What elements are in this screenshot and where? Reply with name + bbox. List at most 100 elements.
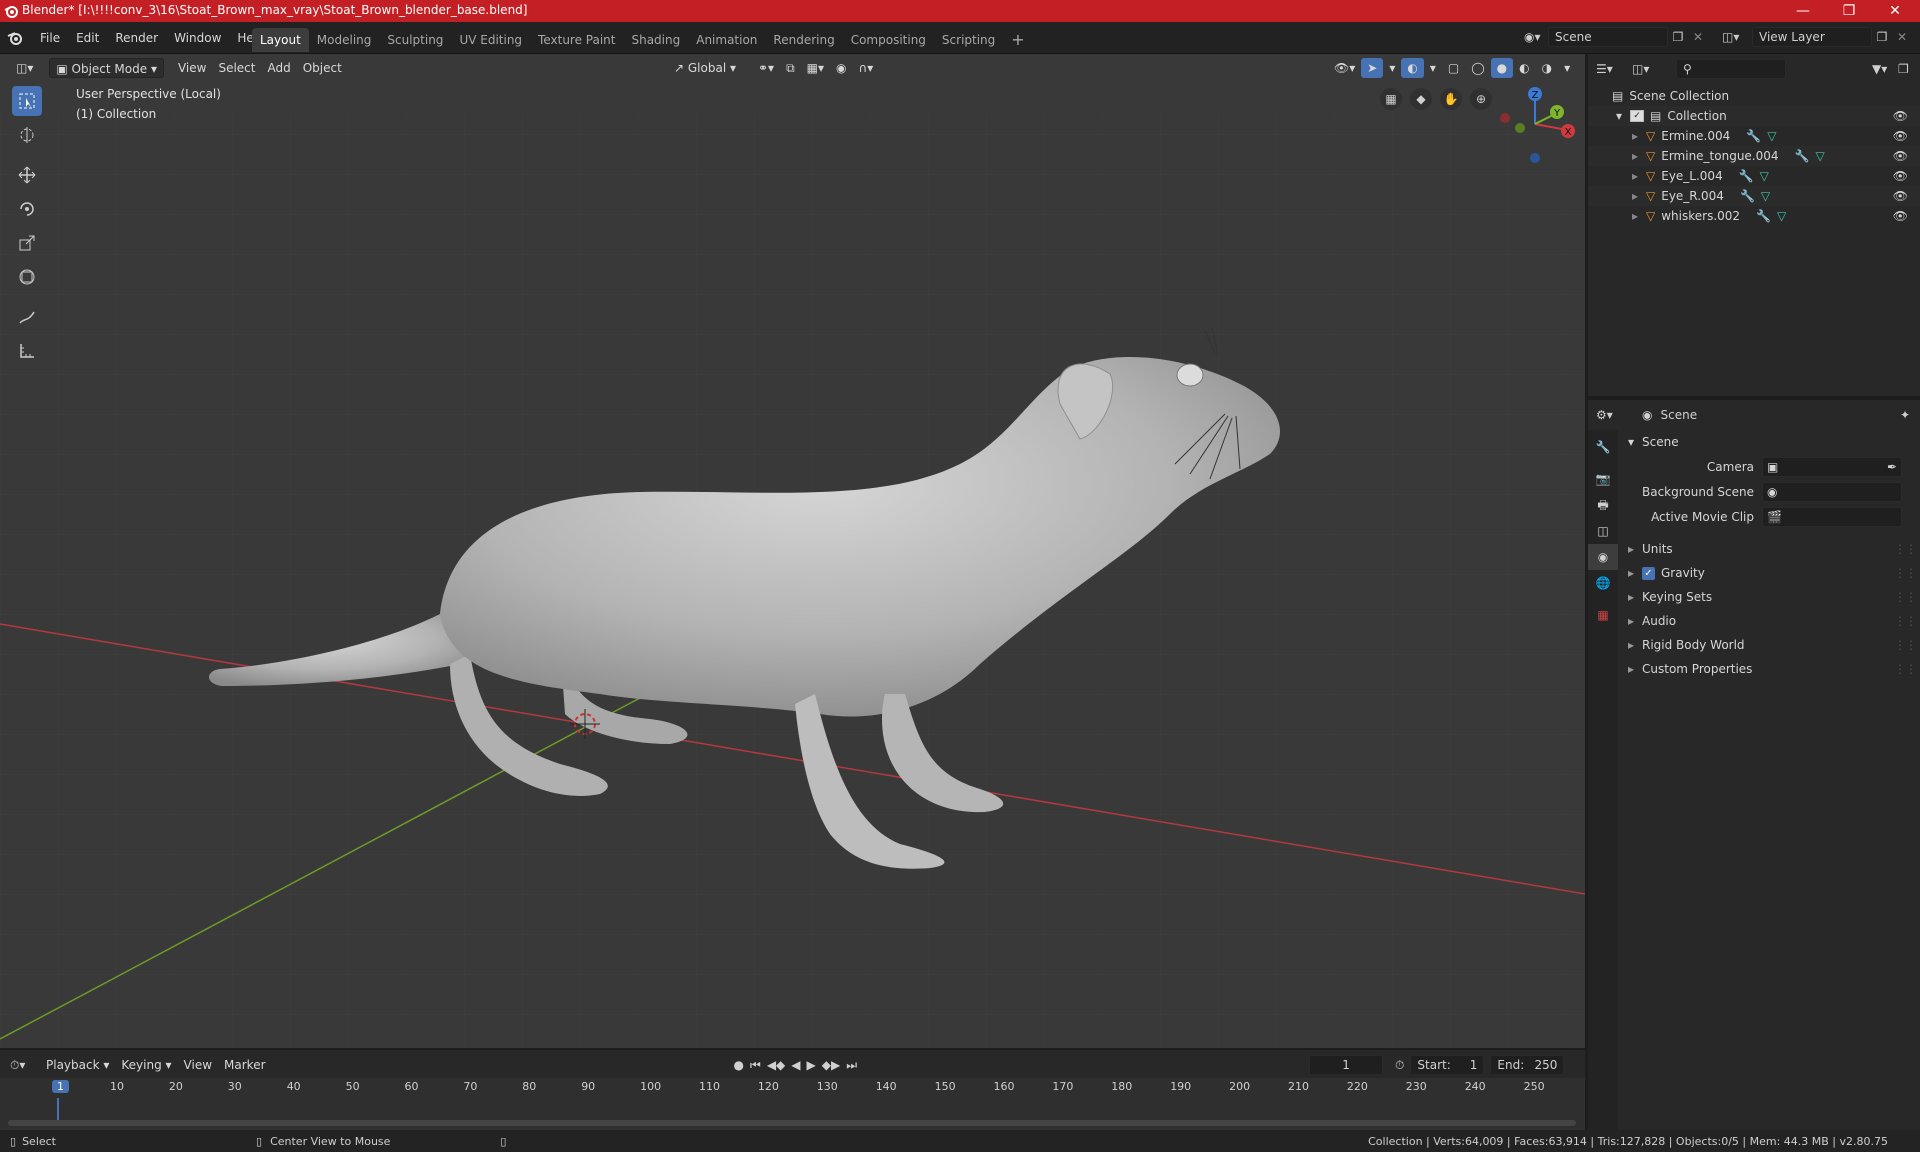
background-scene-field[interactable]: ◉ <box>1762 481 1902 502</box>
mesh-data-icon[interactable]: ▽ <box>1767 126 1776 146</box>
rendered-shading-icon[interactable]: ◑ <box>1536 58 1558 78</box>
expand-arrow-icon[interactable]: ▸ <box>1632 186 1646 206</box>
output-props-tab-icon[interactable]: 🖶 <box>1588 492 1618 518</box>
tab-modeling[interactable]: Modeling <box>309 28 380 52</box>
record-icon[interactable]: ● <box>734 1058 744 1072</box>
modifier-icon[interactable]: 🔧 <box>1740 186 1755 206</box>
tree-row-object[interactable]: ▸ ▽ Eye_L.004 🔧 ▽ 👁 <box>1588 166 1920 186</box>
scene-field[interactable]: Scene <box>1548 27 1668 47</box>
outliner-search-input[interactable]: ⚲ <box>1676 59 1786 79</box>
drag-handle-icon[interactable]: ⋮⋮ <box>1894 561 1917 585</box>
eye-icon[interactable]: 👁 <box>1893 166 1908 186</box>
snap-target-icon[interactable]: ▦▾ <box>801 58 830 78</box>
drag-handle-icon[interactable]: ⋮⋮ <box>1894 633 1917 657</box>
solid-shading-icon[interactable]: ● <box>1490 58 1514 78</box>
tab-layout[interactable]: Layout <box>252 28 309 52</box>
new-view-layer-icon[interactable]: ❐ <box>1872 30 1892 44</box>
tree-row-collection[interactable]: ▾ ✓ ▤ Collection 👁 <box>1588 106 1920 126</box>
end-frame-field[interactable]: End: 250 <box>1490 1055 1565 1075</box>
material-shading-icon[interactable]: ◐ <box>1513 58 1535 78</box>
tab-compositing[interactable]: Compositing <box>843 28 934 52</box>
tab-uv-editing[interactable]: UV Editing <box>451 28 530 52</box>
viewport-menu-view[interactable]: View <box>172 58 212 78</box>
eye-icon[interactable]: 👁 <box>1893 126 1908 146</box>
expand-arrow-icon[interactable]: ▸ <box>1632 146 1646 166</box>
panel-keying-sets[interactable]: ▸ Keying Sets ⋮⋮ <box>1622 585 1917 609</box>
texture-props-tab-icon[interactable]: ▦ <box>1588 602 1618 628</box>
gravity-checkbox[interactable]: ✓ <box>1642 566 1655 580</box>
rotate-tool-icon[interactable] <box>12 194 42 224</box>
neg-x-axis-handle[interactable] <box>1500 113 1510 123</box>
timeline-menu-keying[interactable]: Keying ▾ <box>115 1055 177 1075</box>
camera-field[interactable]: ▣ ✒ <box>1762 456 1902 477</box>
gizmo-dropdown-icon[interactable]: ▾ <box>1383 58 1401 78</box>
menu-render[interactable]: Render <box>107 27 166 49</box>
panel-gravity[interactable]: ▸ ✓ Gravity ⋮⋮ <box>1622 561 1917 585</box>
xray-icon[interactable]: ▢ <box>1442 58 1465 78</box>
overlay-toggle-icon[interactable]: ◐ <box>1401 58 1424 78</box>
play-icon[interactable]: ▶ <box>807 1058 816 1072</box>
viewport-menu-add[interactable]: Add <box>261 58 296 78</box>
overlay-dropdown-icon[interactable]: ▾ <box>1424 58 1442 78</box>
tool-props-tab-icon[interactable]: 🔧 <box>1588 434 1618 460</box>
panel-rigid-body-world[interactable]: ▸ Rigid Body World ⋮⋮ <box>1622 633 1917 657</box>
filter-icon[interactable]: ▼▾ <box>1872 62 1898 76</box>
timeline-scrollbar[interactable] <box>8 1120 1576 1126</box>
annotate-tool-icon[interactable] <box>12 302 42 332</box>
snap-icon[interactable]: ⧉ <box>780 58 801 78</box>
new-scene-icon[interactable]: ❐ <box>1668 30 1688 44</box>
jump-end-icon[interactable]: ⏭ <box>846 1058 857 1073</box>
view-layer-props-tab-icon[interactable]: ◫ <box>1588 518 1618 544</box>
modifier-icon[interactable]: 🔧 <box>1739 166 1754 186</box>
editor-type-icon[interactable]: ◫▾ <box>10 58 39 78</box>
minimize-button[interactable]: — <box>1780 0 1826 22</box>
pan-view-icon[interactable]: ✋ <box>1440 88 1462 110</box>
panel-custom-properties[interactable]: ▸ Custom Properties ⋮⋮ <box>1622 657 1917 681</box>
new-collection-icon[interactable]: ❐ <box>1898 62 1916 76</box>
add-workspace-icon[interactable]: + <box>1003 28 1032 52</box>
menu-edit[interactable]: Edit <box>68 27 107 49</box>
eye-icon[interactable]: 👁 <box>1893 146 1908 166</box>
timeline-menu-view[interactable]: View <box>178 1055 218 1075</box>
gizmo-toggle-icon[interactable]: ➤ <box>1361 58 1384 78</box>
expand-arrow-icon[interactable]: ▸ <box>1632 126 1646 146</box>
scene-props-tab-icon[interactable]: ◉ <box>1588 544 1618 570</box>
tree-row-object[interactable]: ▸ ▽ Ermine.004 🔧 ▽ 👁 <box>1588 126 1920 146</box>
tab-animation[interactable]: Animation <box>688 28 765 52</box>
tree-row-scene-collection[interactable]: ▤ Scene Collection <box>1588 86 1920 106</box>
wireframe-shading-icon[interactable]: ◯ <box>1465 58 1490 78</box>
modifier-icon[interactable]: 🔧 <box>1795 146 1810 166</box>
outliner-editor-icon[interactable]: ☰▾ <box>1596 62 1626 76</box>
view-layer-field[interactable]: View Layer <box>1752 27 1872 47</box>
tree-row-object[interactable]: ▸ ▽ whiskers.002 🔧 ▽ 👁 <box>1588 206 1920 226</box>
tab-shading[interactable]: Shading <box>623 28 688 52</box>
mesh-data-icon[interactable]: ▽ <box>1761 186 1770 206</box>
transform-tool-icon[interactable] <box>12 262 42 292</box>
menu-window[interactable]: Window <box>166 27 229 49</box>
3d-viewport[interactable]: ◫▾ ▣ Object Mode ▾ View Select Add Objec… <box>0 54 1585 1048</box>
blender-menu-icon[interactable] <box>6 29 24 47</box>
scene-section-header[interactable]: ▾ Scene <box>1622 430 1916 454</box>
display-mode-icon[interactable]: ◫▾ <box>1632 62 1666 76</box>
properties-editor-icon[interactable]: ⚙▾ <box>1596 408 1626 422</box>
pivot-icon[interactable]: ⚭▾ <box>752 58 780 78</box>
select-box-tool-icon[interactable] <box>12 86 42 116</box>
next-keyframe-icon[interactable]: ◆▶ <box>822 1058 840 1072</box>
shading-options-icon[interactable]: ▾ <box>1558 58 1576 78</box>
proportional-edit-icon[interactable]: ◉ <box>830 58 852 78</box>
visibility-icon[interactable]: 👁▾ <box>1328 58 1361 78</box>
expand-arrow-icon[interactable]: ▾ <box>1616 106 1630 126</box>
drag-handle-icon[interactable]: ⋮⋮ <box>1894 585 1917 609</box>
tab-scripting[interactable]: Scripting <box>934 28 1003 52</box>
orientation-dropdown[interactable]: ↗ Global ▾ <box>668 58 742 78</box>
timeline-editor-icon[interactable]: ⏱▾ <box>10 1058 40 1073</box>
viewport-menu-select[interactable]: Select <box>212 58 261 78</box>
drag-handle-icon[interactable]: ⋮⋮ <box>1894 657 1917 681</box>
neg-y-axis-handle[interactable] <box>1515 123 1525 133</box>
mesh-data-icon[interactable]: ▽ <box>1815 146 1824 166</box>
mode-dropdown[interactable]: ▣ Object Mode ▾ <box>49 58 164 78</box>
render-props-tab-icon[interactable]: 📷 <box>1588 466 1618 492</box>
camera-view-icon[interactable]: ◆ <box>1410 88 1432 110</box>
current-frame-field[interactable]: 1 <box>1309 1055 1384 1075</box>
tab-texture-paint[interactable]: Texture Paint <box>530 28 623 52</box>
